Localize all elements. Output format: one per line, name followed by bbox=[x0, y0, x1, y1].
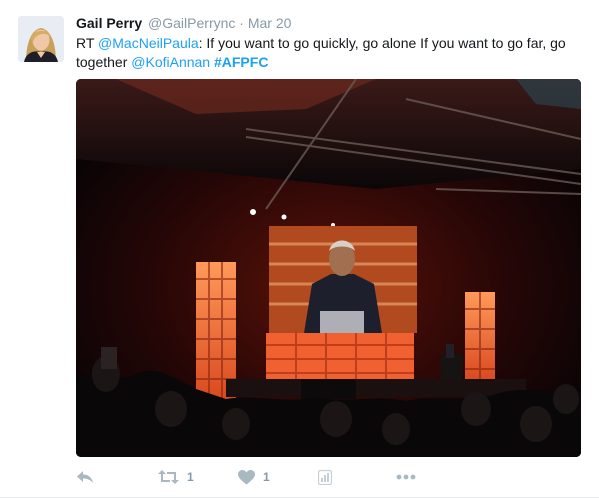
reply-button[interactable] bbox=[76, 466, 94, 488]
analytics-button[interactable] bbox=[318, 466, 332, 488]
reply-icon bbox=[77, 471, 93, 483]
tweet-text: RT @MacNeilPaula: If you want to go quic… bbox=[76, 34, 586, 72]
tweet-actions: 1 1 bbox=[76, 466, 586, 488]
analytics-icon bbox=[318, 469, 332, 485]
author-fullname[interactable]: Gail Perry bbox=[76, 15, 142, 31]
retweet-prefix: RT bbox=[76, 35, 99, 51]
like-button[interactable]: 1 bbox=[238, 466, 270, 488]
separator-dot: · bbox=[239, 15, 244, 31]
tweet-photo[interactable] bbox=[76, 79, 581, 457]
author-handle[interactable]: @GailPerrync bbox=[148, 15, 235, 31]
tweet[interactable]: Gail Perry @GailPerrync · Mar 20 RT @Mac… bbox=[0, 0, 599, 498]
retweet-button[interactable]: 1 bbox=[158, 466, 194, 488]
hashtag-afpfc[interactable]: #AFPFC bbox=[214, 54, 268, 70]
mention-macneilpaula[interactable]: @MacNeilPaula bbox=[98, 35, 199, 51]
mention-kofiannan[interactable]: @KofiAnnan bbox=[131, 54, 210, 70]
retweet-icon bbox=[158, 470, 179, 484]
tweet-timestamp[interactable]: Mar 20 bbox=[248, 15, 292, 31]
heart-icon bbox=[238, 469, 255, 484]
like-count: 1 bbox=[263, 470, 270, 484]
more-button[interactable] bbox=[396, 466, 416, 488]
concert-stage-photo bbox=[76, 79, 581, 457]
avatar-image bbox=[18, 16, 64, 62]
tweet-header: Gail Perry @GailPerrync · Mar 20 bbox=[76, 14, 291, 32]
more-icon bbox=[396, 474, 416, 480]
avatar[interactable] bbox=[18, 16, 64, 62]
retweet-count: 1 bbox=[187, 470, 194, 484]
